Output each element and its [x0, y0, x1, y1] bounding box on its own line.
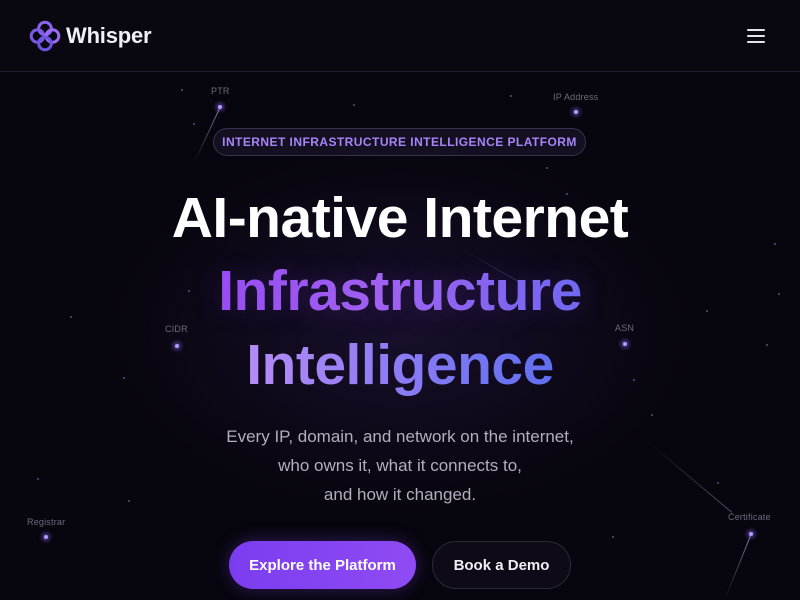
subtitle-line-1: Every IP, domain, and network on the int…: [226, 427, 574, 446]
label-ip-address: IP Address: [553, 92, 599, 102]
platform-badge: INTERNET INFRASTRUCTURE INTELLIGENCE PLA…: [213, 128, 586, 156]
label-certificate: Certificate: [728, 512, 771, 522]
site-header: Whisper: [0, 0, 800, 72]
headline-line-3: Intelligence: [0, 331, 800, 399]
book-demo-button[interactable]: Book a Demo: [432, 541, 571, 589]
whisper-logo-icon: [28, 19, 62, 53]
subtitle-line-3: and how it changed.: [323, 485, 477, 504]
label-registrar: Registrar: [27, 517, 66, 527]
brand-name: Whisper: [66, 23, 152, 48]
page: Whisper PTR IP Address CIDR ASN Registra…: [0, 0, 800, 600]
subtitle-line-2: who owns it, what it connects to,: [278, 456, 522, 475]
headline-line-1: AI-native Internet: [171, 186, 629, 250]
headline-line-2: Infrastructure: [0, 257, 800, 325]
hamburger-menu-icon[interactable]: [746, 26, 766, 46]
brand-logo[interactable]: Whisper: [28, 19, 152, 53]
explore-platform-button[interactable]: Explore the Platform: [229, 541, 416, 589]
label-ptr: PTR: [211, 86, 230, 96]
headline-infrastructure: Infrastructure: [218, 259, 582, 323]
headline-intelligence: Intelligence: [246, 333, 554, 397]
